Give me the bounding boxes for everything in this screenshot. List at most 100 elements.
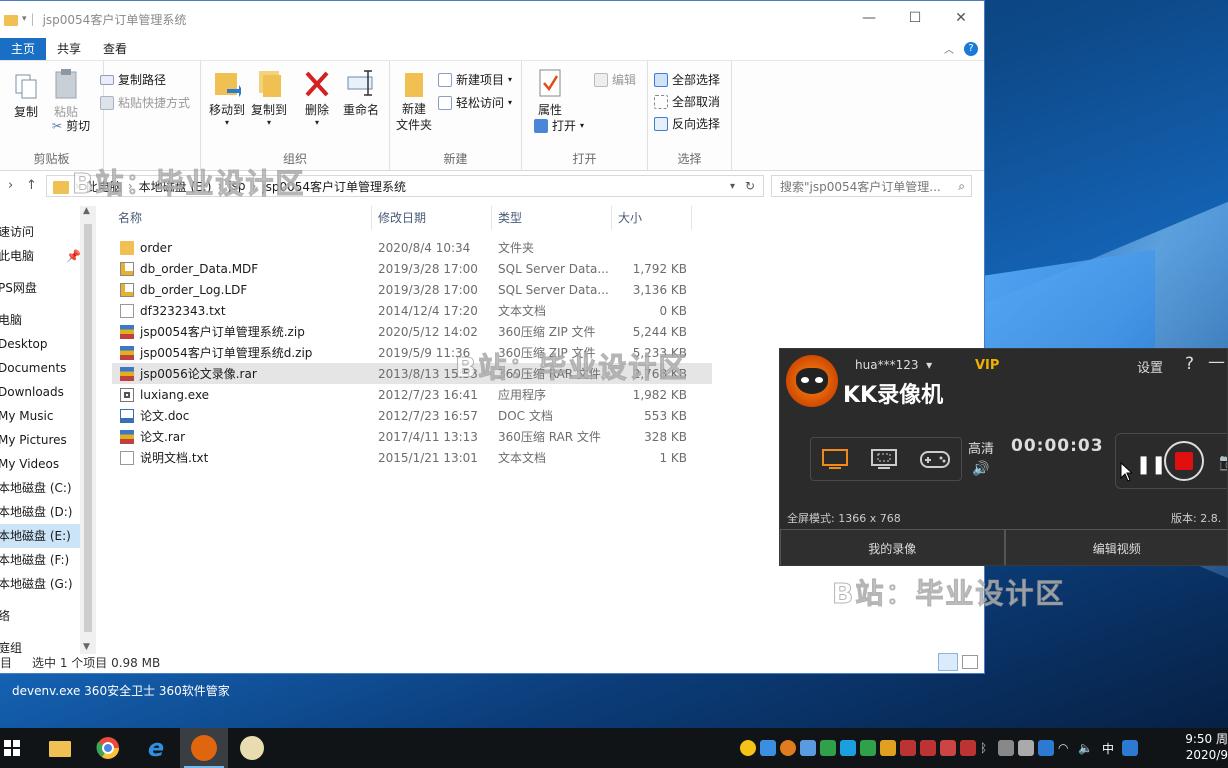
tray-security-icon[interactable] [820, 740, 836, 756]
details-view-icon[interactable] [938, 653, 958, 671]
copy-button[interactable]: 复制 [10, 71, 42, 120]
my-recordings-button[interactable]: 我的录像 [780, 529, 1005, 565]
kk-recorder-window[interactable]: hua***123 ▾ VIP KK录像机 设置 ? — 高清 00:00:03… [779, 348, 1228, 566]
tray-kk-icon[interactable] [780, 740, 796, 756]
minimize-icon[interactable]: — [1208, 352, 1225, 372]
file-row[interactable]: db_order_Log.LDF 2019/3/28 17:00 SQL Ser… [112, 279, 712, 300]
tray-q-icon[interactable] [1122, 740, 1138, 756]
tray-avatar-icon[interactable] [940, 740, 956, 756]
file-name-cell[interactable]: jsp0054客户订单管理系统d.zip [112, 344, 372, 361]
select-all-button[interactable]: 全部选择 [654, 71, 720, 88]
column-date[interactable]: 修改日期 [372, 206, 492, 230]
tray-app-icon[interactable] [800, 740, 816, 756]
game-mode-icon[interactable] [919, 448, 951, 470]
cut-button[interactable]: ✂ 剪切 [52, 117, 90, 134]
tab-view[interactable]: 查看 [92, 38, 138, 60]
file-name-cell[interactable]: db_order_Data.MDF [112, 261, 372, 276]
invert-selection-button[interactable]: 反向选择 [654, 115, 720, 132]
volume-icon[interactable]: 🔈 [1078, 741, 1094, 755]
file-name-cell[interactable]: 说明文档.txt [112, 449, 372, 466]
history-dropdown-icon[interactable]: ▾ [730, 181, 735, 192]
file-name-cell[interactable]: 论文.rar [112, 428, 372, 445]
qat-dropdown-icon[interactable]: ▾ [22, 14, 27, 24]
tray-guard-icon[interactable] [860, 740, 876, 756]
wifi-icon[interactable]: ◠ [1058, 741, 1074, 755]
paste-button[interactable]: 粘贴 [50, 67, 82, 120]
tab-home[interactable]: 主页 [0, 38, 47, 60]
file-name-cell[interactable]: order [112, 240, 372, 255]
edit-button[interactable]: 编辑 [594, 71, 636, 88]
properties-button[interactable]: 属性 [532, 67, 568, 118]
column-type[interactable]: 类型 [492, 206, 612, 230]
file-row[interactable]: luxiang.exe 2012/7/23 16:41 应用程序 1,982 K… [112, 384, 712, 405]
file-name-cell[interactable]: jsp0054客户订单管理系统.zip [112, 323, 372, 340]
taskbar-app[interactable] [228, 728, 276, 768]
recorder-user[interactable]: hua***123 ▾ [855, 358, 932, 372]
file-list[interactable]: 名称 修改日期 类型 大小 order 2020/8/4 10:34 文件夹 d… [112, 206, 712, 468]
edit-video-button[interactable]: 编辑视频 [1004, 529, 1227, 565]
screenshot-camera-icon[interactable]: 📷 [1219, 452, 1227, 471]
quality-label[interactable]: 高清 [968, 438, 994, 457]
pause-button[interactable]: ❚❚ [1136, 454, 1166, 475]
minimize-button[interactable]: — [846, 1, 892, 35]
move-to-button[interactable]: 移动到 ▾ [207, 67, 247, 127]
file-row[interactable]: 论文.rar 2017/4/11 13:13 360压缩 RAR 文件 328 … [112, 426, 712, 447]
maximize-button[interactable]: ☐ [892, 1, 938, 35]
file-name-cell[interactable]: 论文.doc [112, 407, 372, 424]
file-row[interactable]: jsp0054客户订单管理系统.zip 2020/5/12 14:02 360压… [112, 321, 712, 342]
open-button[interactable]: 打开 ▾ [534, 117, 584, 134]
tray-network-app-icon[interactable] [1038, 740, 1054, 756]
taskbar-browser[interactable] [84, 728, 132, 768]
tray-speaker-app-icon[interactable] [880, 740, 896, 756]
file-row[interactable]: db_order_Data.MDF 2019/3/28 17:00 SQL Se… [112, 258, 712, 279]
title-bar[interactable]: ▾ | jsp0054客户订单管理系统 — ☐ ✕ [0, 1, 984, 37]
delete-button[interactable]: 删除 ▾ [299, 67, 335, 127]
file-row[interactable]: order 2020/8/4 10:34 文件夹 [112, 237, 712, 258]
tray-360-icon[interactable] [740, 740, 756, 756]
tab-share[interactable]: 共享 [46, 38, 92, 60]
stop-record-button[interactable] [1164, 441, 1204, 481]
taskbar-file-explorer[interactable] [36, 728, 84, 768]
tray-avatar-icon[interactable] [960, 740, 976, 756]
volume-icon[interactable]: 🔊 [972, 461, 989, 477]
column-size[interactable]: 大小 [612, 206, 692, 230]
close-button[interactable]: ✕ [938, 1, 984, 35]
file-name-cell[interactable]: df3232343.txt [112, 303, 372, 318]
select-none-button[interactable]: 全部取消 [654, 93, 720, 110]
tray-update-icon[interactable] [840, 740, 856, 756]
tray-battery-icon[interactable] [1018, 740, 1034, 756]
start-button[interactable] [0, 728, 24, 768]
search-input[interactable]: 搜索"jsp0054客户订单管理... ⌕ [771, 175, 972, 197]
file-name-cell[interactable]: db_order_Log.LDF [112, 282, 372, 297]
vip-badge[interactable]: VIP [975, 358, 999, 373]
taskbar-kk-recorder[interactable] [180, 728, 228, 768]
file-row[interactable]: df3232343.txt 2014/12/4 17:20 文本文档 0 KB [112, 300, 712, 321]
file-row[interactable]: 说明文档.txt 2015/1/21 13:01 文本文档 1 KB [112, 447, 712, 468]
file-row[interactable]: 论文.doc 2012/7/23 16:57 DOC 文档 553 KB [112, 405, 712, 426]
file-name-cell[interactable]: luxiang.exe [112, 387, 372, 402]
scrollbar-thumb[interactable] [84, 224, 92, 632]
tray-monitor-icon[interactable] [998, 740, 1014, 756]
desktop-icon-labels[interactable]: devenv.exe 360安全卫士 360软件管家 [12, 682, 230, 699]
help-icon[interactable]: ? [964, 41, 978, 56]
refresh-icon[interactable]: ↻ [745, 179, 755, 193]
taskbar-ie[interactable]: e [132, 728, 180, 768]
new-item-button[interactable]: 新建项目 ▾ [438, 71, 512, 88]
settings-button[interactable]: 设置 [1137, 357, 1163, 376]
easy-access-button[interactable]: 轻松访问 ▾ [438, 94, 512, 111]
rename-button[interactable]: 重命名 [341, 67, 381, 118]
fullscreen-mode-icon[interactable] [821, 448, 849, 470]
clock[interactable]: 9:50 周 2020/9 [1185, 731, 1228, 763]
region-mode-icon[interactable] [870, 448, 898, 470]
tray-avatar-icon[interactable] [900, 740, 916, 756]
search-icon[interactable]: ⌕ [958, 179, 965, 194]
file-name-cell[interactable]: jsp0056论文录像.rar [112, 365, 372, 382]
tray-avatar-icon[interactable] [920, 740, 936, 756]
column-name[interactable]: 名称 [112, 206, 372, 230]
nav-scrollbar[interactable]: ▲ ▼ [80, 206, 96, 654]
large-icons-view-icon[interactable] [962, 655, 978, 669]
bluetooth-icon[interactable]: ᛒ [980, 741, 994, 755]
ime-indicator[interactable]: 中 [1098, 740, 1118, 757]
new-folder-button[interactable]: 新建 文件夹 [394, 67, 434, 133]
tray-box-icon[interactable] [760, 740, 776, 756]
